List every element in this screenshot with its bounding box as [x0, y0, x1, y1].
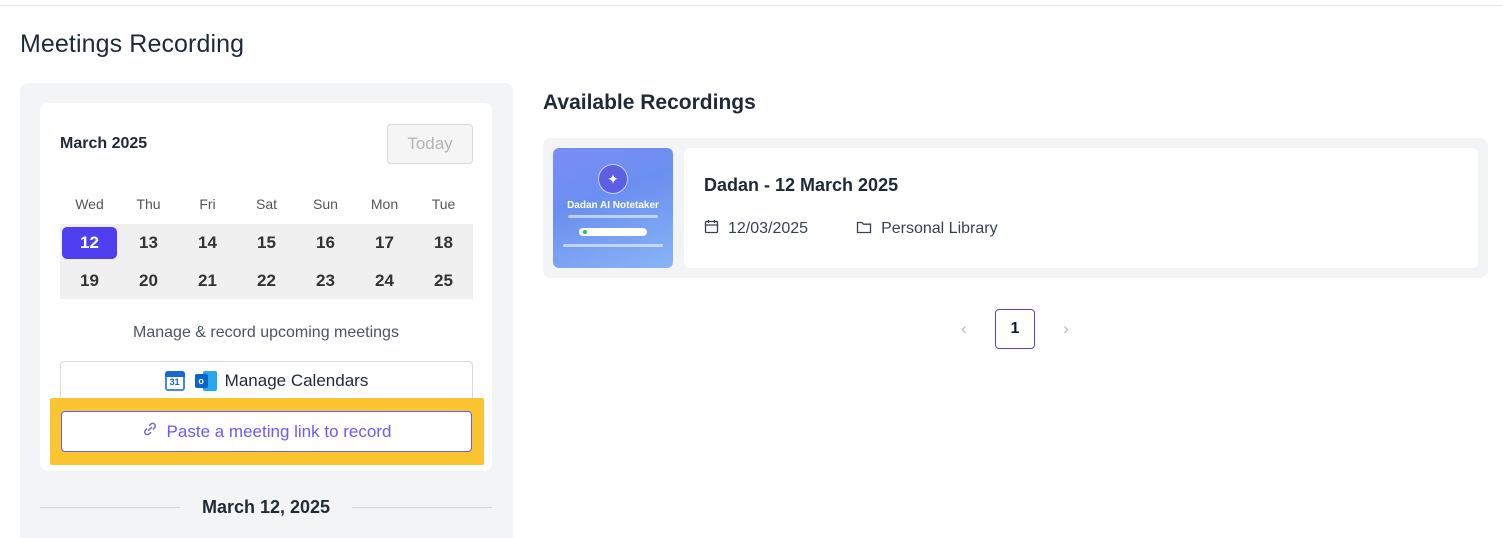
calendar-date[interactable]: 25 — [414, 262, 473, 299]
page-title: Meetings Recording — [20, 30, 245, 58]
calendar-date[interactable]: 18 — [414, 224, 473, 262]
recording-date-text: 12/03/2025 — [728, 220, 809, 237]
manage-calendars-button[interactable]: 31 o Manage Calendars — [60, 361, 473, 401]
calendar-icon — [704, 219, 719, 239]
weekday-label: Sat — [255, 196, 277, 212]
available-recordings-title: Available Recordings — [543, 91, 756, 114]
thumbnail-pill — [579, 228, 647, 236]
chevron-right-icon[interactable]: › — [1057, 319, 1075, 339]
recording-library-text: Personal Library — [881, 220, 998, 237]
paste-link-label: Paste a meeting link to record — [166, 421, 392, 441]
weekday-label: Wed — [75, 196, 104, 212]
recording-library: Personal Library — [856, 220, 998, 239]
thumbnail-title: Dadan AI Notetaker — [567, 200, 659, 211]
recording-card[interactable]: Dadan - 12 March 2025 12/03/2025 Persona… — [684, 148, 1478, 268]
calendar-date[interactable]: 23 — [296, 262, 355, 299]
recording-item[interactable]: ✦ Dadan AI Notetaker Dadan - 12 March 20… — [543, 138, 1488, 278]
weekday-label: Thu — [136, 196, 161, 212]
weekday-label: Mon — [370, 196, 399, 212]
calendar-date[interactable]: 21 — [178, 262, 237, 299]
outlook-icon: o — [194, 371, 217, 391]
link-icon — [142, 421, 158, 442]
divider-line — [352, 507, 492, 508]
recording-date: 12/03/2025 — [704, 219, 808, 239]
weekday-header: Wed Thu Fri Sat Sun Mon Tue — [60, 196, 473, 212]
calendar-panel: March 2025 Today Wed Thu Fri Sat Sun Mon… — [20, 83, 513, 538]
calendar-date[interactable]: 19 — [60, 262, 119, 299]
outlook-letter: o — [194, 374, 208, 388]
calendar-date[interactable]: 14 — [178, 224, 237, 262]
weekday-label: Tue — [431, 196, 456, 212]
manage-meetings-text: Manage & record upcoming meetings — [133, 324, 399, 341]
manage-calendars-label: Manage Calendars — [224, 371, 369, 390]
calendar-date[interactable]: 16 — [296, 224, 355, 262]
chevron-left-icon[interactable]: ‹ — [955, 319, 973, 339]
folder-icon — [856, 220, 872, 239]
paste-meeting-link-button[interactable]: Paste a meeting link to record — [61, 411, 472, 452]
thumbnail-footer-bar — [563, 244, 663, 247]
calendar-date[interactable]: 22 — [237, 262, 296, 299]
page-number-button[interactable]: 1 — [995, 309, 1035, 349]
brain-icon: ✦ — [598, 164, 628, 194]
recording-title[interactable]: Dadan - 12 March 2025 — [704, 175, 898, 196]
calendar-date-selected[interactable]: 12 — [62, 227, 117, 259]
calendar-dates-grid: 12 13 14 15 16 17 18 19 20 21 22 23 24 2… — [60, 224, 473, 299]
thumbnail-subtitle-bar — [568, 215, 658, 218]
pagination: ‹ 1 › — [955, 309, 1075, 349]
calendar-date[interactable]: 24 — [355, 262, 414, 299]
weekday-label: Fri — [199, 196, 216, 212]
weekday-label: Sun — [313, 196, 338, 212]
top-divider — [0, 5, 1503, 6]
recording-thumbnail[interactable]: ✦ Dadan AI Notetaker — [553, 148, 673, 268]
recording-meta: 12/03/2025 Personal Library — [704, 219, 998, 239]
calendar-month-label: March 2025 — [60, 135, 148, 152]
google-calendar-day: 31 — [169, 377, 180, 387]
selected-date-divider: March 12, 2025 — [40, 497, 492, 518]
selected-date-label: March 12, 2025 — [201, 497, 331, 517]
divider-line — [40, 507, 180, 508]
calendar-date[interactable]: 20 — [119, 262, 178, 299]
google-calendar-icon: 31 — [164, 371, 185, 391]
today-button[interactable]: Today — [387, 124, 473, 164]
calendar-date[interactable]: 13 — [119, 224, 178, 262]
calendar-date[interactable]: 15 — [237, 224, 296, 262]
calendar-date[interactable]: 17 — [355, 224, 414, 262]
